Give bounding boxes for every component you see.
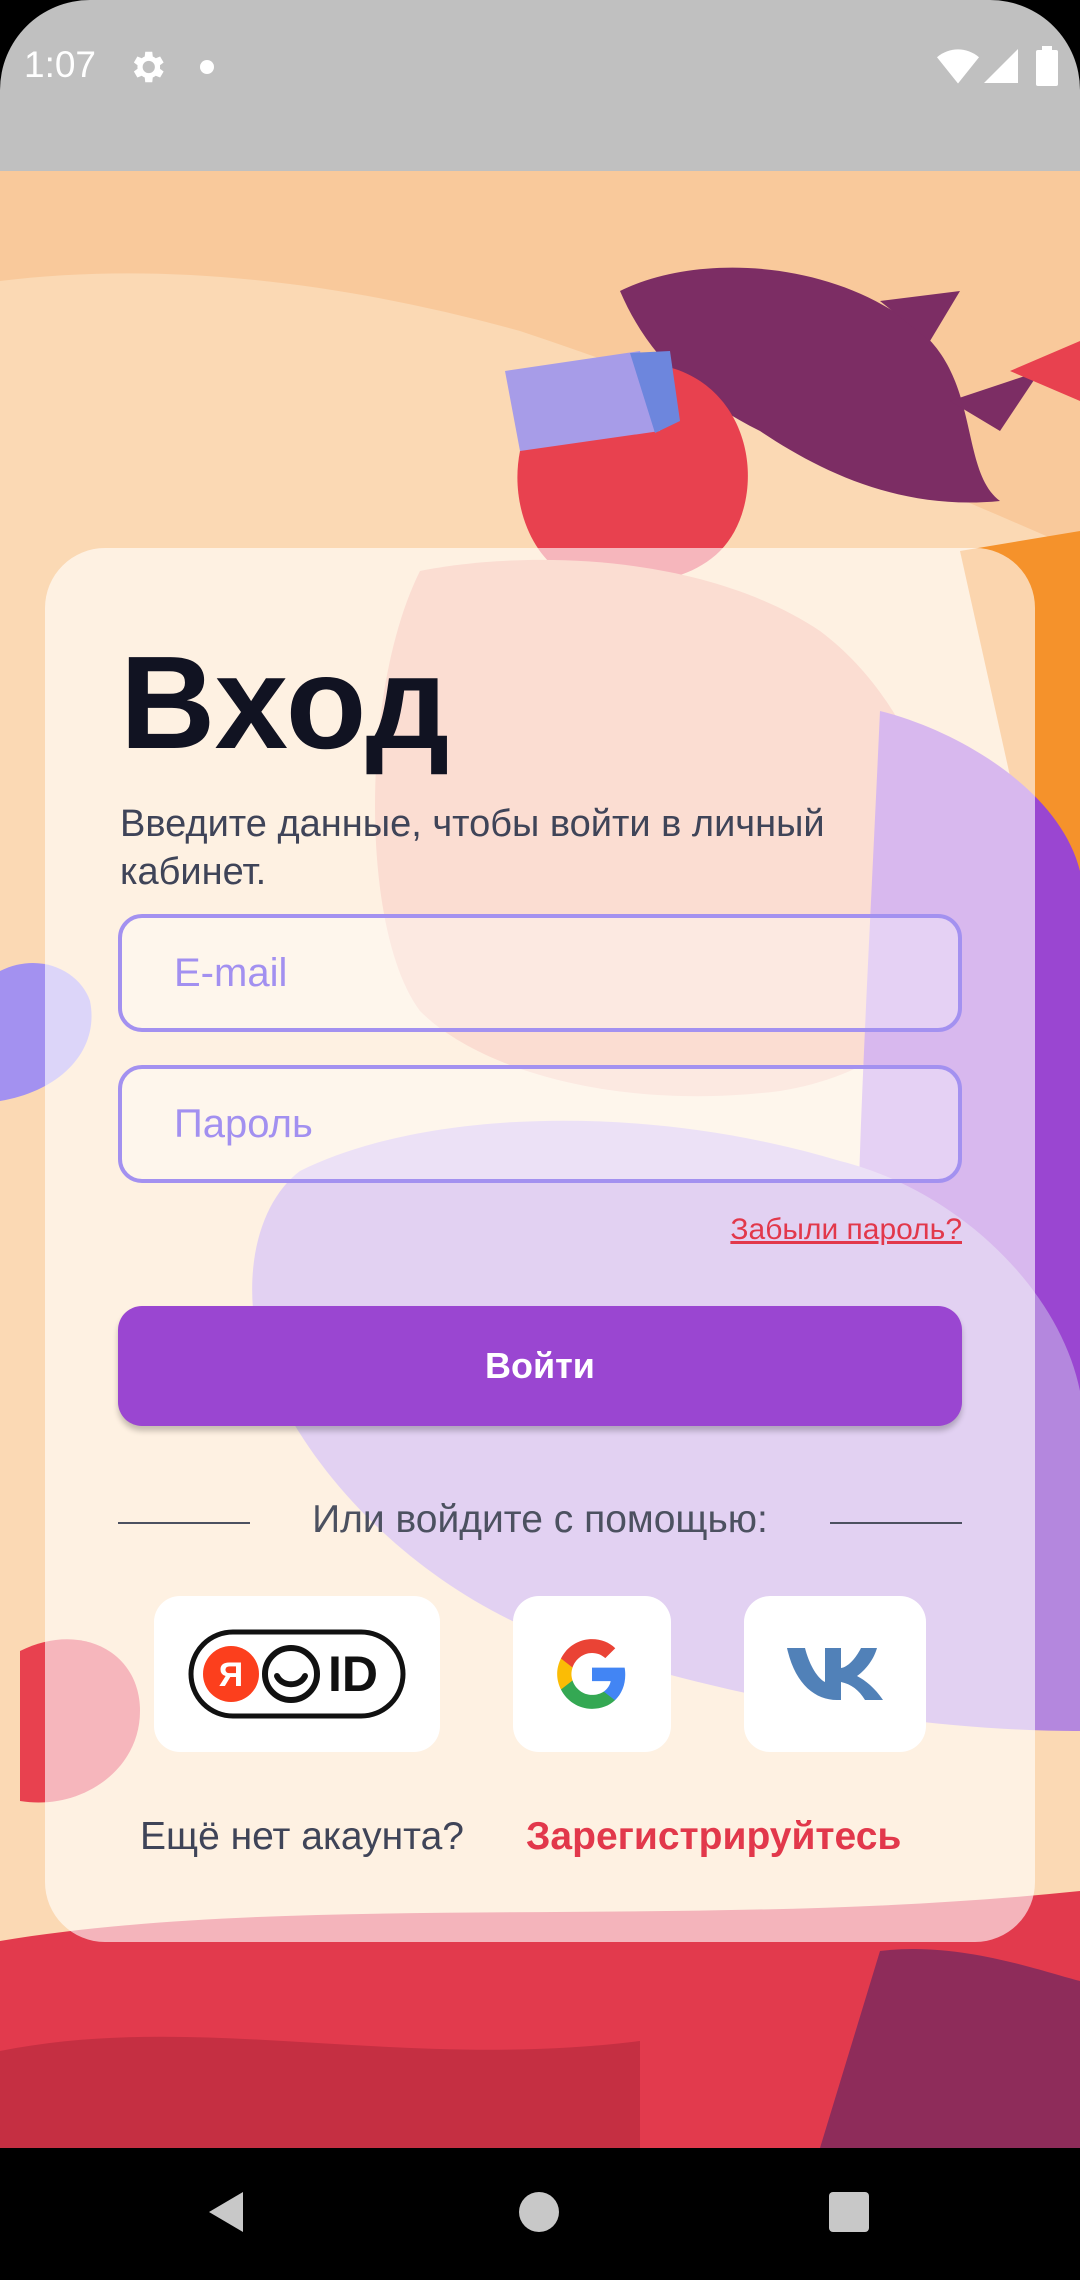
forgot-password-link[interactable]: Забыли пароль?: [730, 1213, 962, 1247]
signal-icon: [984, 49, 1018, 83]
back-icon[interactable]: [203, 2188, 251, 2236]
wifi-icon: [937, 49, 979, 84]
vk-button[interactable]: [744, 1596, 926, 1752]
svg-text:Я: Я: [219, 1656, 243, 1694]
password-field[interactable]: [118, 1065, 962, 1183]
battery-icon: [1036, 46, 1058, 86]
register-link[interactable]: Зарегистрируйтесь: [526, 1815, 901, 1859]
yandex-id-button[interactable]: Я ID: [154, 1596, 440, 1752]
email-input[interactable]: [174, 950, 958, 996]
recents-icon[interactable]: [829, 2192, 869, 2232]
password-input[interactable]: [174, 1101, 958, 1147]
device-screen: 1:07 Вход Введите данные, чтобы войти в …: [0, 0, 1080, 2280]
google-icon: [557, 1639, 626, 1709]
page-subtitle: Введите данные, чтобы войти в личный каб…: [120, 803, 825, 893]
vk-icon: [787, 1648, 883, 1700]
yandex-id-icon: Я ID: [188, 1629, 406, 1719]
gear-icon: [133, 51, 164, 83]
status-time: 1:07: [24, 44, 97, 85]
notification-dot-icon: [200, 60, 214, 74]
svg-text:ID: ID: [328, 1646, 378, 1702]
divider-line-right: [830, 1522, 962, 1524]
google-button[interactable]: [513, 1596, 671, 1752]
page-title: Вход: [120, 629, 451, 776]
home-icon[interactable]: [519, 2192, 559, 2232]
no-account-text: Ещё нет акаунта?: [140, 1815, 464, 1858]
email-field[interactable]: [118, 914, 962, 1032]
alt-login-divider: Или войдите с помощью:: [118, 1498, 962, 1548]
alt-login-text: Или войдите с помощью:: [312, 1498, 768, 1541]
login-button[interactable]: Войти: [118, 1306, 962, 1426]
status-bar: 1:07: [0, 0, 1080, 171]
